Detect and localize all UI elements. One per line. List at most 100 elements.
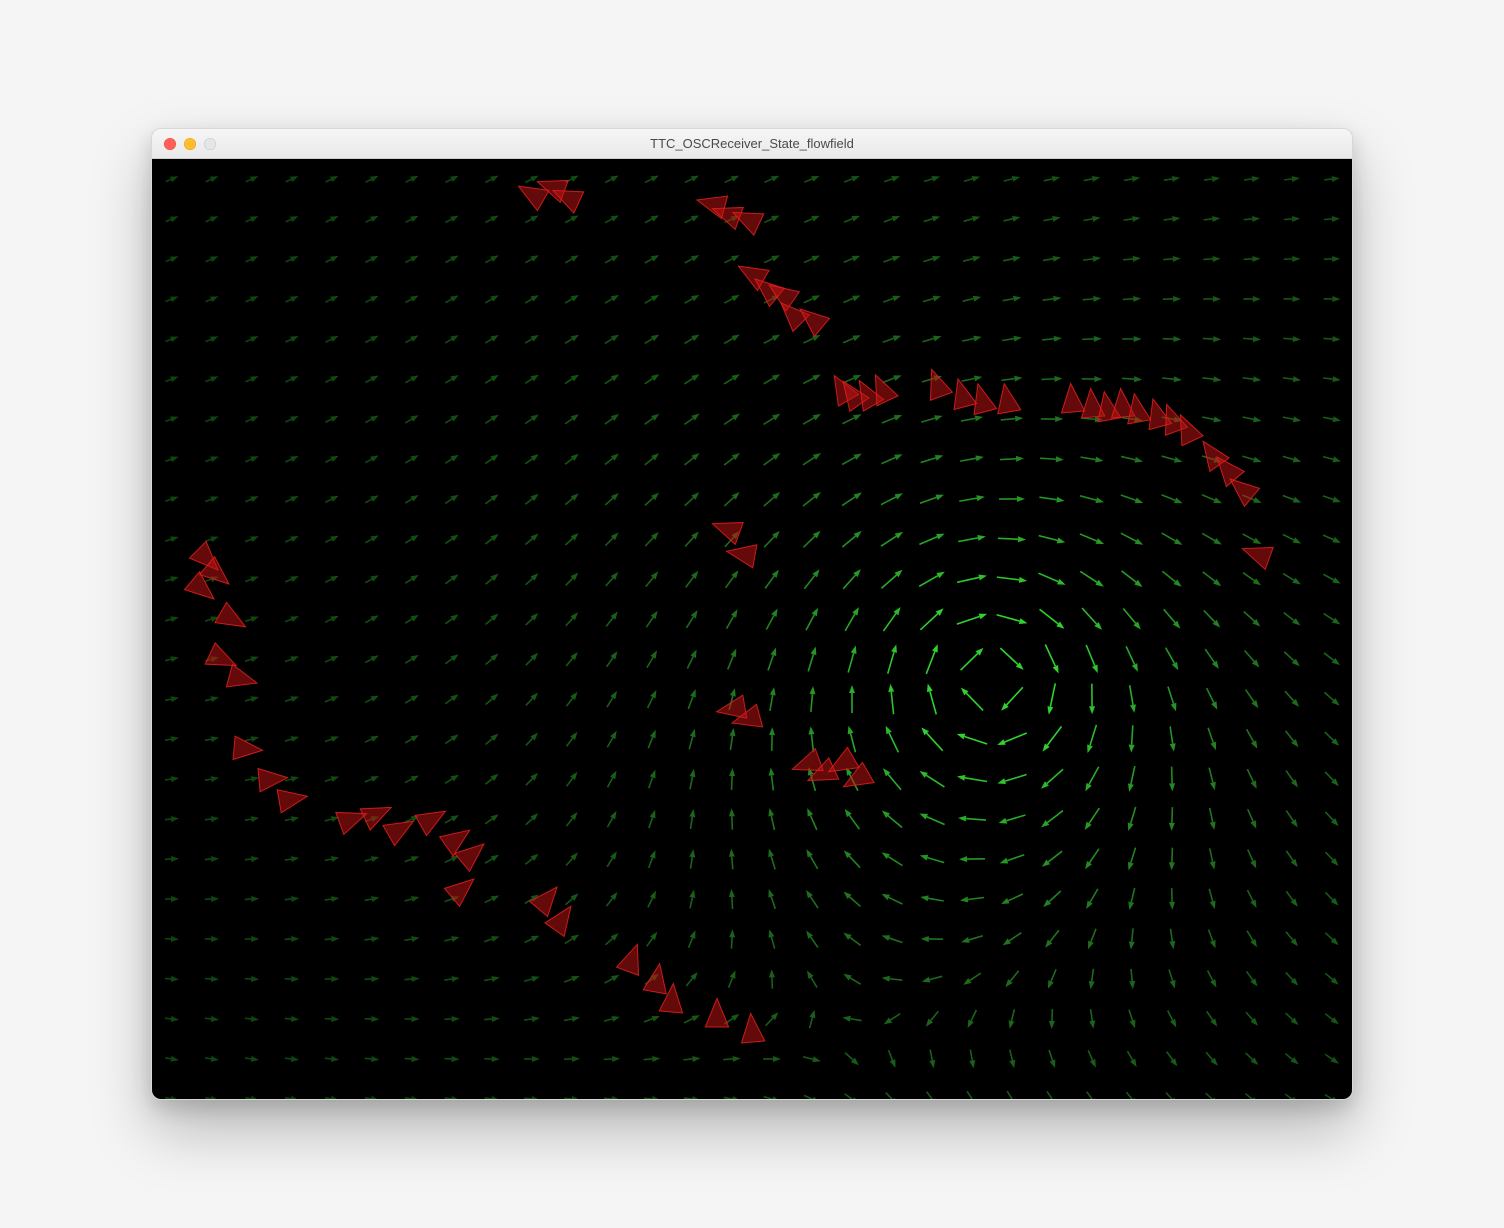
flow-arrow xyxy=(1203,256,1221,263)
flow-arrow xyxy=(484,651,501,667)
close-icon[interactable] xyxy=(164,138,176,150)
flow-particle xyxy=(277,785,309,813)
flow-arrow xyxy=(802,372,822,386)
flow-arrow xyxy=(1323,335,1341,342)
flow-arrow xyxy=(1001,375,1023,383)
flow-arrow xyxy=(204,694,219,703)
flow-arrow xyxy=(324,493,340,505)
flow-arrow xyxy=(802,411,823,427)
flow-arrow xyxy=(1121,607,1143,632)
flow-arrow xyxy=(164,214,179,225)
flow-arrow xyxy=(564,610,581,627)
flow-arrow xyxy=(646,769,658,790)
flow-arrow xyxy=(603,530,620,547)
flow-arrow xyxy=(603,972,621,985)
flow-arrow xyxy=(404,1016,419,1022)
flow-arrow xyxy=(768,767,777,791)
flow-arrow xyxy=(686,929,698,949)
flow-arrow xyxy=(244,534,260,545)
flow-arrow xyxy=(1282,650,1302,669)
flow-arrow xyxy=(1244,1091,1261,1099)
flow-arrow xyxy=(324,895,340,903)
flow-arrow xyxy=(444,692,461,706)
flow-arrow xyxy=(524,651,541,668)
flow-arrow xyxy=(959,494,986,504)
flow-arrow xyxy=(164,254,179,265)
flow-arrow xyxy=(164,414,179,424)
flow-arrow xyxy=(364,1055,379,1062)
window-titlebar[interactable]: TTC_OSCReceiver_State_flowfield xyxy=(152,129,1352,159)
flow-particle xyxy=(617,940,649,975)
flow-arrow xyxy=(244,413,260,424)
flow-arrow xyxy=(404,935,420,944)
flow-arrow xyxy=(880,491,905,508)
flow-arrow xyxy=(444,213,460,225)
flow-arrow xyxy=(404,773,421,785)
flow-arrow xyxy=(1045,1090,1060,1099)
flow-arrow xyxy=(1202,608,1223,629)
flow-arrow xyxy=(1284,175,1300,183)
flow-arrow xyxy=(404,572,421,585)
flow-arrow xyxy=(244,614,260,624)
flow-arrow xyxy=(1169,767,1176,792)
flow-arrow xyxy=(880,808,904,830)
flow-arrow xyxy=(1043,255,1062,264)
zoom-icon[interactable] xyxy=(204,138,216,150)
flow-arrow xyxy=(484,691,501,707)
flow-arrow xyxy=(1125,1049,1139,1068)
flow-arrow xyxy=(164,574,179,584)
flow-arrow xyxy=(883,724,901,753)
flow-arrow xyxy=(324,333,340,345)
flow-arrow xyxy=(723,1055,741,1062)
flow-arrow xyxy=(804,848,820,871)
flow-arrow xyxy=(1046,683,1058,715)
flow-arrow xyxy=(324,935,339,942)
flow-arrow xyxy=(1043,214,1061,223)
flow-arrow xyxy=(603,292,620,305)
flow-arrow xyxy=(960,933,983,945)
flow-arrow xyxy=(324,1055,339,1063)
flow-arrow xyxy=(325,976,340,982)
flow-arrow xyxy=(1204,175,1221,183)
flow-arrow xyxy=(645,689,659,710)
flow-arrow xyxy=(963,174,981,184)
flow-arrow xyxy=(364,653,380,665)
flow-arrow xyxy=(842,807,862,831)
flow-arrow xyxy=(524,1095,540,1099)
flow-arrow xyxy=(1324,215,1340,222)
flow-arrow xyxy=(1119,531,1144,548)
flow-arrow xyxy=(1201,531,1224,547)
flow-arrow xyxy=(324,453,340,465)
flow-arrow xyxy=(204,735,219,744)
flow-arrow xyxy=(1241,531,1263,546)
flow-arrow xyxy=(285,976,300,982)
flow-arrow xyxy=(604,1095,621,1099)
flow-arrow xyxy=(245,1055,260,1063)
minimize-icon[interactable] xyxy=(184,138,196,150)
flow-arrow xyxy=(284,213,299,224)
flow-arrow xyxy=(729,808,736,830)
flow-arrow xyxy=(883,253,902,265)
flow-arrow xyxy=(524,571,541,587)
flow-arrow xyxy=(324,734,340,745)
flow-arrow xyxy=(1169,848,1176,871)
flow-arrow xyxy=(723,332,742,346)
flow-arrow xyxy=(1038,607,1067,631)
flow-arrow xyxy=(918,811,946,827)
flow-arrow xyxy=(960,414,983,424)
flow-arrow xyxy=(1002,294,1022,303)
flow-arrow xyxy=(959,685,986,712)
flow-particle xyxy=(725,540,757,568)
flow-arrow xyxy=(444,333,460,346)
flow-arrow xyxy=(999,496,1025,502)
flow-arrow xyxy=(841,412,863,427)
flow-arrow xyxy=(404,373,420,386)
flow-arrow xyxy=(204,454,219,465)
flow-arrow xyxy=(324,653,340,665)
flow-arrow xyxy=(1282,610,1302,628)
flow-arrow xyxy=(643,1013,661,1024)
flow-arrow xyxy=(687,768,697,789)
flow-arrow xyxy=(1085,724,1100,754)
flow-arrow xyxy=(1324,1092,1341,1099)
flow-arrow xyxy=(524,531,541,547)
